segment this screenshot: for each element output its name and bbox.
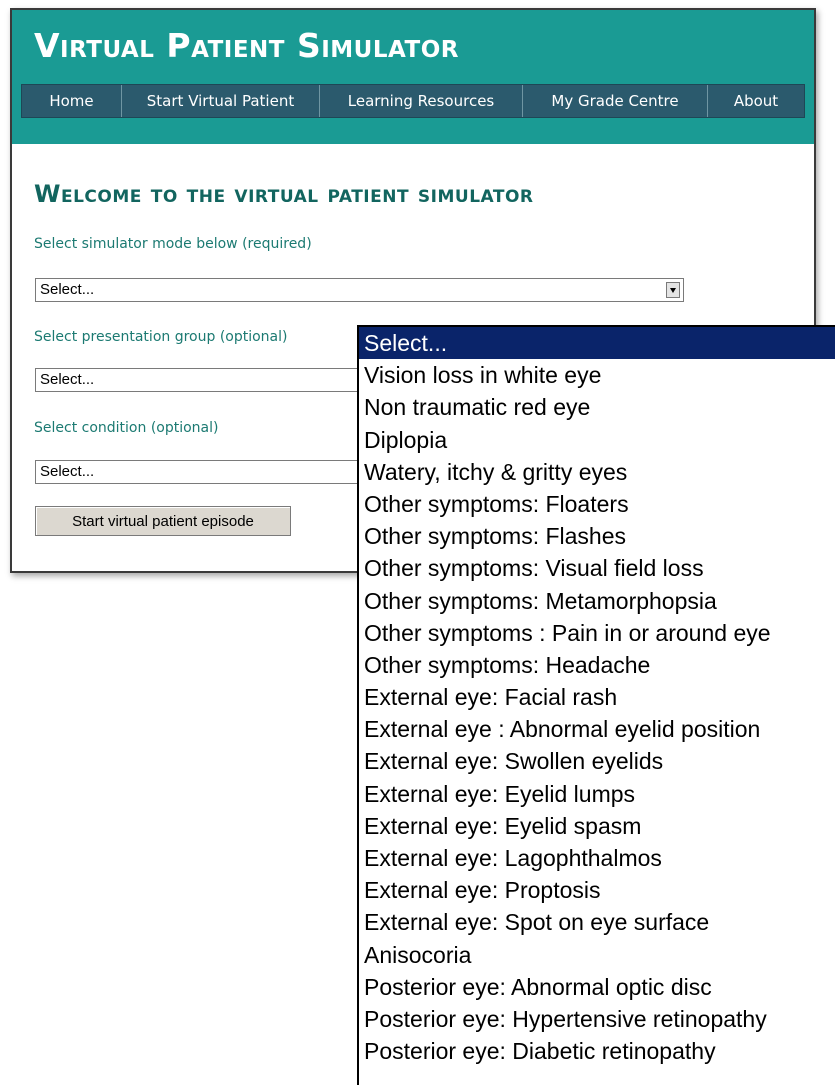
presentation-group-label: Select presentation group (optional) bbox=[34, 329, 288, 345]
nav-item-about[interactable]: About bbox=[708, 85, 804, 117]
start-episode-button[interactable]: Start virtual patient episode bbox=[35, 506, 291, 536]
dropdown-option[interactable]: External eye: Eyelid spasm bbox=[359, 810, 835, 842]
nav-item-home[interactable]: Home bbox=[22, 85, 122, 117]
mode-label: Select simulator mode below (required) bbox=[34, 236, 312, 252]
dropdown-option[interactable]: Posterior eye: Abnormal optic disc bbox=[359, 971, 835, 1003]
dropdown-option[interactable]: Other symptoms: Flashes bbox=[359, 520, 835, 552]
nav-item-start-virtual-patient[interactable]: Start Virtual Patient bbox=[122, 85, 320, 117]
main-nav: Home Start Virtual Patient Learning Reso… bbox=[21, 84, 805, 118]
nav-item-learning-resources[interactable]: Learning Resources bbox=[320, 85, 523, 117]
dropdown-option[interactable]: External eye : Abnormal eyelid position bbox=[359, 713, 835, 745]
page-title: Welcome to the virtual patient simulator bbox=[34, 180, 534, 208]
dropdown-option[interactable]: External eye: Lagophthalmos bbox=[359, 842, 835, 874]
dropdown-option[interactable]: External eye: Swollen eyelids bbox=[359, 745, 835, 777]
condition-label: Select condition (optional) bbox=[34, 420, 219, 436]
simulator-mode-value: Select... bbox=[40, 281, 95, 298]
dropdown-option[interactable]: Other symptoms : Pain in or around eye bbox=[359, 617, 835, 649]
nav-item-my-grade-centre[interactable]: My Grade Centre bbox=[523, 85, 708, 117]
dropdown-option[interactable]: Other symptoms: Metamorphopsia bbox=[359, 585, 835, 617]
dropdown-option[interactable]: External eye: Facial rash bbox=[359, 681, 835, 713]
dropdown-option[interactable]: External eye: Spot on eye surface bbox=[359, 906, 835, 938]
dropdown-option[interactable]: Other symptoms: Visual field loss bbox=[359, 552, 835, 584]
site-header: Virtual Patient Simulator Home Start Vir… bbox=[12, 10, 814, 144]
simulator-mode-select[interactable]: Select... bbox=[35, 278, 684, 302]
presentation-group-value: Select... bbox=[40, 371, 95, 388]
dropdown-option[interactable]: Posterior eye: Hypertensive retinopathy bbox=[359, 1003, 835, 1035]
condition-value: Select... bbox=[40, 463, 95, 480]
dropdown-option[interactable]: Other symptoms: Floaters bbox=[359, 488, 835, 520]
presentation-group-select[interactable]: Select... bbox=[35, 368, 365, 392]
dropdown-option[interactable]: External eye: Proptosis bbox=[359, 874, 835, 906]
condition-select[interactable]: Select... bbox=[35, 460, 365, 484]
dropdown-option[interactable]: Diplopia bbox=[359, 424, 835, 456]
dropdown-option[interactable]: Posterior eye: Diabetic retinopathy bbox=[359, 1035, 835, 1067]
site-title: Virtual Patient Simulator bbox=[34, 26, 459, 65]
dropdown-option[interactable]: Vision loss in white eye bbox=[359, 359, 835, 391]
dropdown-option[interactable]: Anisocoria bbox=[359, 939, 835, 971]
dropdown-option[interactable]: Watery, itchy & gritty eyes bbox=[359, 456, 835, 488]
dropdown-option[interactable]: Non traumatic red eye bbox=[359, 391, 835, 423]
chevron-down-icon[interactable] bbox=[666, 282, 680, 298]
dropdown-option[interactable]: Select... bbox=[359, 327, 835, 360]
dropdown-option[interactable]: Other symptoms: Headache bbox=[359, 649, 835, 681]
dropdown-option[interactable]: External eye: Eyelid lumps bbox=[359, 778, 835, 810]
presentation-group-dropdown-list[interactable]: Select... Vision loss in white eye Non tra… bbox=[357, 325, 835, 1085]
